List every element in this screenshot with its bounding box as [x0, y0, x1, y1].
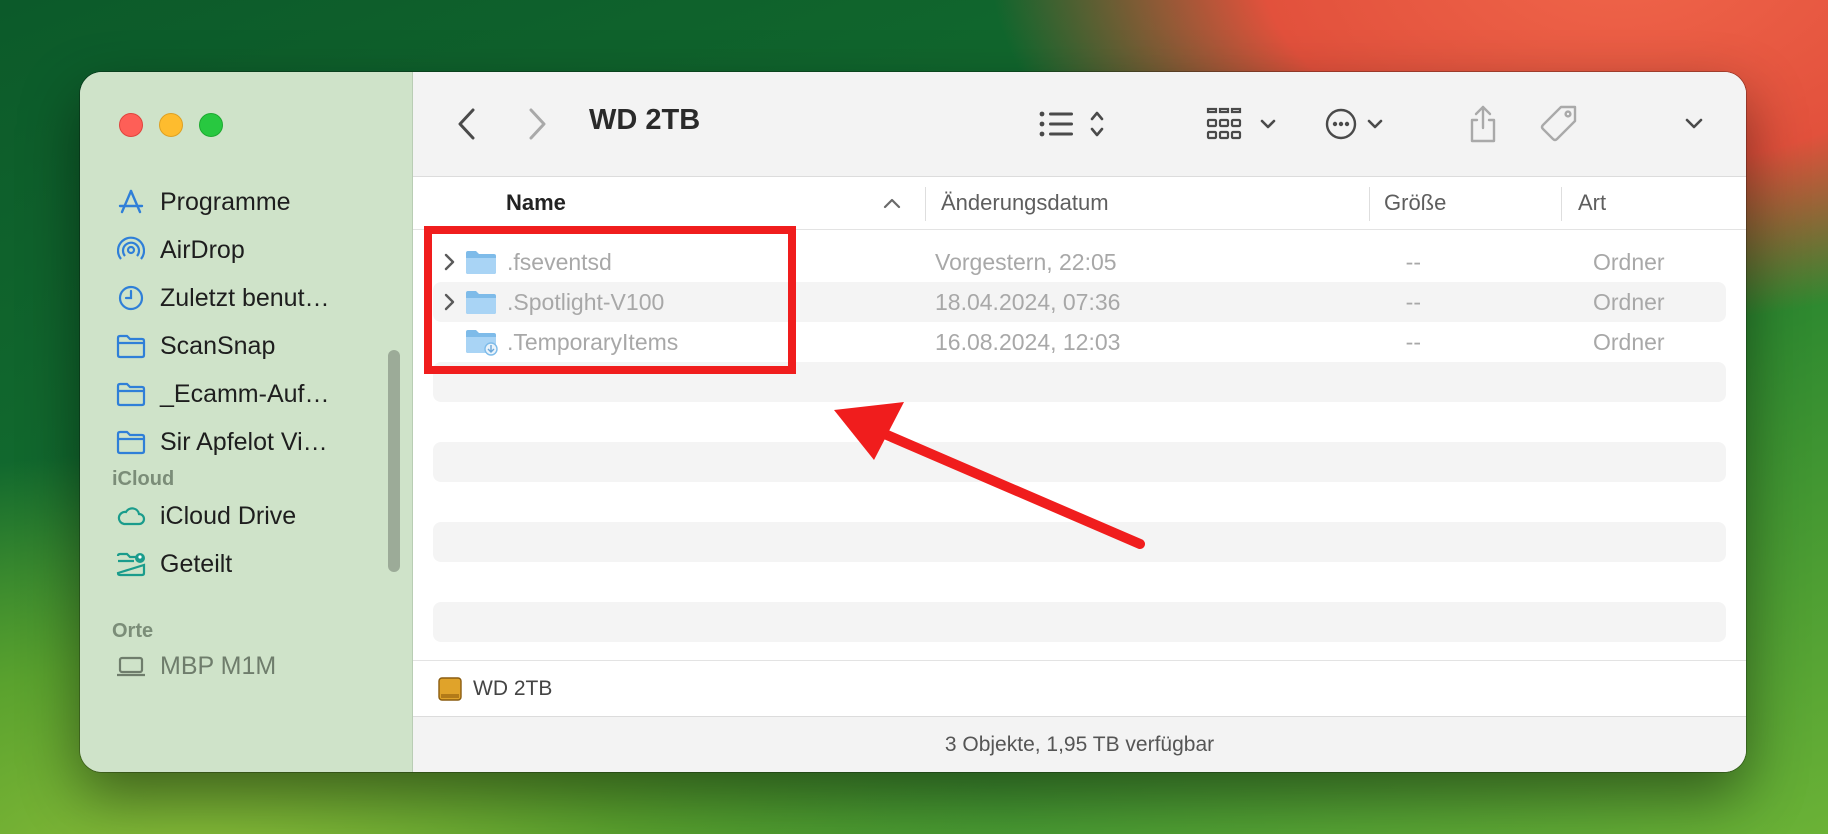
share-icon: [1470, 105, 1496, 143]
path-bar: WD 2TB: [413, 660, 1746, 717]
status-bar: 3 Objekte, 1,95 TB verfügbar: [413, 716, 1746, 772]
sidebar: Programme AirDrop Zuletzt benut… ScanSna…: [80, 72, 413, 772]
list-view-icon: [1039, 111, 1104, 137]
toolbar: WD 2TB: [413, 72, 1746, 177]
empty-row: [433, 402, 1726, 442]
empty-row: [433, 522, 1726, 562]
clock-icon: [116, 283, 146, 313]
chevron-right-icon: [529, 108, 546, 140]
sidebar-item-label: _Ecamm-Auf…: [160, 379, 330, 408]
drive-icon: [437, 676, 463, 702]
file-kind: Ordner: [1593, 288, 1665, 315]
column-size[interactable]: Größe: [1384, 177, 1446, 229]
sidebar-item-label: Zuletzt benut…: [160, 283, 330, 312]
file-size: --: [1405, 248, 1421, 275]
file-date: 16.08.2024, 12:03: [935, 328, 1121, 355]
main-area: WD 2TB Name Änderungsdatum Größe Art .fs…: [413, 72, 1746, 772]
file-date: 18.04.2024, 07:36: [935, 288, 1121, 315]
folder-icon: [116, 379, 146, 409]
file-kind: Ordner: [1593, 248, 1665, 275]
sidebar-scrollbar[interactable]: [388, 350, 400, 572]
laptop-icon: [116, 651, 146, 681]
column-name[interactable]: Name: [506, 177, 566, 229]
sidebar-item-scansnap[interactable]: ScanSnap: [116, 322, 275, 370]
empty-row: [433, 562, 1726, 602]
sidebar-item-label: iCloud Drive: [160, 501, 297, 530]
window-title: WD 2TB: [589, 104, 701, 136]
path-bar-item[interactable]: WD 2TB: [473, 677, 552, 701]
airdrop-icon: [116, 235, 146, 265]
apps-icon: [116, 187, 146, 217]
cloud-icon: [116, 501, 146, 531]
tag-button[interactable]: [1537, 96, 1581, 152]
sidebar-item-label: Sir Apfelot Vi…: [160, 427, 328, 456]
action-button[interactable]: [1325, 96, 1399, 152]
sidebar-heading-places: Orte: [112, 620, 154, 642]
forward-button[interactable]: [517, 96, 557, 152]
search-icon: [1745, 106, 1746, 142]
empty-row: [433, 442, 1726, 482]
column-date[interactable]: Änderungsdatum: [941, 177, 1109, 229]
group-icon: [1206, 107, 1276, 140]
folder-icon: [116, 331, 146, 361]
chevron-left-icon: [458, 108, 475, 140]
annotation-highlight-box: [424, 226, 796, 374]
status-text: 3 Objekte, 1,95 TB verfügbar: [944, 732, 1215, 756]
tag-icon: [1540, 105, 1577, 142]
empty-row: [433, 482, 1726, 522]
more-icon: [1325, 108, 1383, 140]
file-size: --: [1405, 288, 1421, 315]
column-kind[interactable]: Art: [1578, 177, 1606, 229]
back-button[interactable]: [447, 96, 487, 152]
sidebar-heading-icloud: iCloud: [112, 468, 175, 490]
group-button[interactable]: [1206, 96, 1280, 152]
close-button[interactable]: [119, 113, 143, 137]
sidebar-item-shared[interactable]: Geteilt: [116, 540, 232, 588]
minimize-button[interactable]: [159, 113, 183, 137]
finder-window: Programme AirDrop Zuletzt benut… ScanSna…: [80, 72, 1746, 772]
sidebar-item-label: ScanSnap: [160, 331, 276, 360]
column-headers: Name Änderungsdatum Größe Art: [413, 177, 1746, 230]
file-size: --: [1405, 328, 1421, 355]
column-separator[interactable]: [1369, 187, 1370, 221]
zoom-button[interactable]: [199, 113, 223, 137]
sort-ascending-icon[interactable]: [877, 177, 907, 229]
sidebar-item-sir-apfelot[interactable]: Sir Apfelot Vi…: [116, 418, 328, 466]
file-kind: Ordner: [1593, 328, 1665, 355]
sidebar-item-label: AirDrop: [160, 235, 245, 264]
toolbar-overflow-button[interactable]: [1679, 96, 1709, 152]
column-separator[interactable]: [1561, 187, 1562, 221]
sidebar-item-label: Geteilt: [160, 549, 233, 578]
chevron-down-icon: [1685, 118, 1703, 129]
view-mode-button[interactable]: [1039, 96, 1115, 152]
folder-icon: [116, 427, 146, 457]
sidebar-item-icloud-drive[interactable]: iCloud Drive: [116, 492, 296, 540]
window-controls: [119, 113, 223, 137]
sidebar-item-label: MBP M1M: [160, 651, 277, 680]
sidebar-item-ecamm[interactable]: _Ecamm-Auf…: [116, 370, 329, 418]
column-separator[interactable]: [925, 187, 926, 221]
sidebar-item-recents[interactable]: Zuletzt benut…: [116, 274, 330, 322]
sidebar-item-mbp[interactable]: MBP M1M: [116, 642, 276, 690]
search-button[interactable]: [1741, 96, 1746, 152]
share-button[interactable]: [1463, 96, 1503, 152]
sidebar-item-programme[interactable]: Programme: [116, 178, 291, 226]
empty-row: [433, 602, 1726, 642]
sidebar-item-label: Programme: [160, 187, 291, 216]
file-date: Vorgestern, 22:05: [935, 248, 1117, 275]
shared-folder-icon: [116, 549, 146, 579]
sidebar-item-airdrop[interactable]: AirDrop: [116, 226, 245, 274]
